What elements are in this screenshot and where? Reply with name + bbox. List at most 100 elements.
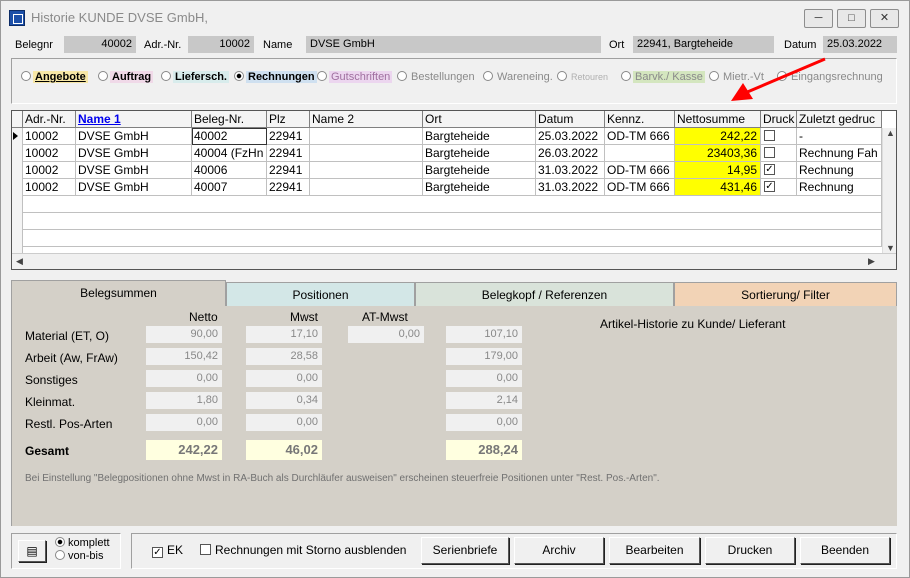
- cell-datum[interactable]: 31.03.2022: [536, 162, 605, 179]
- filter-auftrag[interactable]: Auftrag: [98, 70, 154, 84]
- druck-checkbox[interactable]: [764, 147, 775, 158]
- cell-name2[interactable]: [310, 179, 423, 196]
- cell-plz[interactable]: 22941: [267, 128, 310, 145]
- cell-name1[interactable]: DVSE GmbH: [76, 128, 192, 145]
- druck-checkbox-checked[interactable]: ✓: [764, 181, 775, 192]
- cell-zuletzt[interactable]: Rechnung: [797, 162, 882, 179]
- cell-druck[interactable]: ✓: [761, 179, 797, 196]
- cell-name1[interactable]: DVSE GmbH: [76, 179, 192, 196]
- arbeit-netto: 150,42: [146, 348, 222, 365]
- window-title: Historie KUNDE DVSE GmbH,: [31, 10, 208, 25]
- scroll-left-icon[interactable]: ◀: [16, 256, 23, 267]
- cell-datum[interactable]: 26.03.2022: [536, 145, 605, 162]
- maximize-button[interactable]: □: [837, 9, 866, 28]
- col-header-name1[interactable]: Name 1: [76, 111, 192, 128]
- cell-belegnr[interactable]: 40007: [192, 179, 267, 196]
- cell-kennz[interactable]: [605, 145, 675, 162]
- cell-datum[interactable]: 25.03.2022: [536, 128, 605, 145]
- col-header-datum[interactable]: Datum: [536, 111, 605, 128]
- cell-zuletzt[interactable]: -: [797, 128, 882, 145]
- cell-datum[interactable]: 31.03.2022: [536, 179, 605, 196]
- cell-plz[interactable]: 22941: [267, 145, 310, 162]
- cell-plz[interactable]: 22941: [267, 162, 310, 179]
- cell-nettosumme[interactable]: 242,22: [675, 128, 761, 145]
- col-header-ort[interactable]: Ort: [423, 111, 536, 128]
- cell-ort[interactable]: Bargteheide: [423, 145, 536, 162]
- material-mwst: 17,10: [246, 326, 322, 343]
- ek-checkbox[interactable]: ✓ EK: [152, 543, 183, 558]
- tab-belegsummen[interactable]: Belegsummen: [11, 280, 226, 307]
- serienbriefe-button[interactable]: Serienbriefe: [421, 537, 509, 564]
- col-header-druck[interactable]: Druck: [761, 111, 797, 128]
- cell-belegnr[interactable]: 40002: [192, 128, 267, 145]
- datum-field: 25.03.2022: [823, 36, 897, 53]
- close-button[interactable]: ✕: [870, 9, 899, 28]
- scroll-up-icon[interactable]: ▲: [886, 128, 895, 138]
- cell-adrnr[interactable]: 10002: [23, 162, 76, 179]
- cell-nettosumme[interactable]: 23403,36: [675, 145, 761, 162]
- cell-belegnr[interactable]: 40006: [192, 162, 267, 179]
- filter-barverkauf[interactable]: Barvk./ Kasse: [621, 70, 705, 84]
- filter-bestellungen[interactable]: Bestellungen: [397, 70, 477, 84]
- cell-name2[interactable]: [310, 145, 423, 162]
- sonstiges-total: 0,00: [446, 370, 522, 387]
- material-netto: 90,00: [146, 326, 222, 343]
- filter-lieferschein[interactable]: Liefersch.: [161, 70, 229, 84]
- maximize-icon: □: [848, 12, 855, 24]
- storno-checkbox[interactable]: Rechnungen mit Storno ausblenden: [200, 543, 406, 557]
- radio-komplett[interactable]: komplett: [55, 537, 110, 549]
- cell-ort[interactable]: Bargteheide: [423, 162, 536, 179]
- scroll-down-icon[interactable]: ▼: [886, 243, 895, 253]
- cell-druck[interactable]: [761, 128, 797, 145]
- cell-nettosumme[interactable]: 14,95: [675, 162, 761, 179]
- cell-ort[interactable]: Bargteheide: [423, 179, 536, 196]
- cell-name2[interactable]: [310, 162, 423, 179]
- druck-checkbox[interactable]: [764, 130, 775, 141]
- list-view-button[interactable]: ▤: [18, 540, 46, 562]
- cell-zuletzt[interactable]: Rechnung Fah: [797, 145, 882, 162]
- cell-adrnr[interactable]: 10002: [23, 179, 76, 196]
- radio-icon: [161, 71, 171, 81]
- archiv-button[interactable]: Archiv: [514, 537, 604, 564]
- filter-retouren[interactable]: Retouren: [557, 70, 610, 84]
- col-header-zuletzt[interactable]: Zuletzt gedruc: [797, 111, 882, 128]
- horizontal-scrollbar[interactable]: ◀ ▶: [12, 253, 896, 269]
- cell-name1[interactable]: DVSE GmbH: [76, 162, 192, 179]
- drucken-button[interactable]: Drucken: [705, 537, 795, 564]
- cell-name2[interactable]: [310, 128, 423, 145]
- tab-belegkopf[interactable]: Belegkopf / Referenzen: [415, 282, 674, 306]
- col-header-name2[interactable]: Name 2: [310, 111, 423, 128]
- bearbeiten-button[interactable]: Bearbeiten: [609, 537, 700, 564]
- beenden-button[interactable]: Beenden: [800, 537, 890, 564]
- filter-gutschriften[interactable]: Gutschriften: [317, 70, 393, 84]
- cell-adrnr[interactable]: 10002: [23, 128, 76, 145]
- cell-nettosumme[interactable]: 431,46: [675, 179, 761, 196]
- cell-ort[interactable]: Bargteheide: [423, 128, 536, 145]
- col-header-plz[interactable]: Plz: [267, 111, 310, 128]
- vertical-scrollbar[interactable]: ▲ ▼: [882, 128, 896, 253]
- cell-druck[interactable]: ✓: [761, 162, 797, 179]
- cell-name1[interactable]: DVSE GmbH: [76, 145, 192, 162]
- druck-checkbox-checked[interactable]: ✓: [764, 164, 775, 175]
- filter-angebote[interactable]: Angebote: [21, 70, 88, 84]
- col-header-belegnr[interactable]: Beleg-Nr.: [192, 111, 267, 128]
- radio-vonbis[interactable]: von-bis: [55, 550, 103, 562]
- tab-positionen[interactable]: Positionen: [226, 282, 415, 306]
- cell-druck[interactable]: [761, 145, 797, 162]
- cell-kennz[interactable]: OD-TM 666: [605, 179, 675, 196]
- scroll-right-icon[interactable]: ▶: [868, 256, 875, 267]
- cell-adrnr[interactable]: 10002: [23, 145, 76, 162]
- grid-corner: [12, 111, 23, 128]
- filter-wareneingang[interactable]: Wareneing.: [483, 70, 555, 84]
- filter-rechnungen[interactable]: Rechnungen: [234, 70, 317, 84]
- col-header-kennz[interactable]: Kennz.: [605, 111, 675, 128]
- tab-sortierung[interactable]: Sortierung/ Filter: [674, 282, 897, 306]
- col-header-adrnr[interactable]: Adr.-Nr.: [23, 111, 76, 128]
- cell-kennz[interactable]: OD-TM 666: [605, 162, 675, 179]
- cell-belegnr[interactable]: 40004 (FzHn: [192, 145, 267, 162]
- minimize-button[interactable]: ─: [804, 9, 833, 28]
- cell-kennz[interactable]: OD-TM 666: [605, 128, 675, 145]
- cell-zuletzt[interactable]: Rechnung: [797, 179, 882, 196]
- cell-plz[interactable]: 22941: [267, 179, 310, 196]
- col-header-nettosumme[interactable]: Nettosumme: [675, 111, 761, 128]
